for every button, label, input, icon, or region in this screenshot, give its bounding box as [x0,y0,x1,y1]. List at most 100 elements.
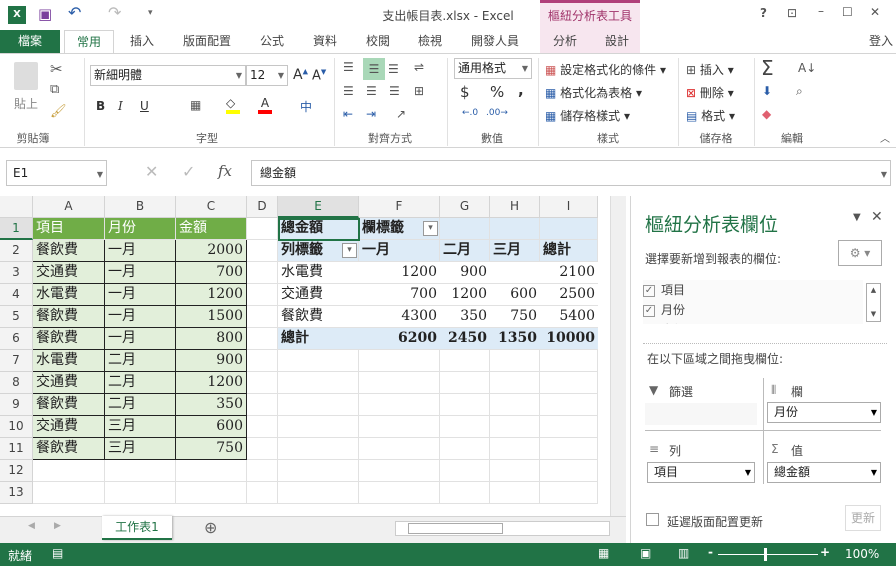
sheet-tab[interactable]: 工作表1 [102,516,172,540]
cell[interactable] [490,460,540,482]
format-as-table-button[interactable]: ▦ 格式化為表格 ▾ [545,84,642,101]
zoom-in-button[interactable]: + [820,545,830,559]
pivot-cell[interactable]: 350 [440,306,490,328]
tab-analyze[interactable]: 分析 [545,30,585,53]
increase-indent-icon[interactable]: ⇥ [366,107,376,121]
cell[interactable]: 350 [176,394,247,416]
underline-button[interactable]: U [140,99,149,113]
delete-cells-button[interactable]: ⊠ 刪除 ▾ [686,84,734,101]
row-header-6[interactable]: 6 [0,328,33,350]
zoom-slider[interactable] [718,554,818,555]
sign-in-link[interactable]: 登入 [866,30,896,53]
enter-icon[interactable]: ✓ [182,162,195,181]
cell[interactable] [278,482,359,504]
cell[interactable]: 餐飲費 [33,306,105,328]
prev-sheet-icon[interactable]: ◀ [28,521,35,531]
vertical-scrollbar[interactable] [610,196,626,516]
cell[interactable] [278,438,359,460]
field-list-scrollbar[interactable]: ▲ ▼ [866,283,881,322]
tab-formulas[interactable]: 公式 [250,30,294,53]
pivot-filter-dropdown-icon[interactable]: ▾ [423,221,438,236]
cell[interactable] [105,460,176,482]
cell[interactable] [247,416,278,438]
paste-icon[interactable] [14,62,38,90]
cell[interactable] [490,394,540,416]
cell[interactable]: 水電費 [33,350,105,372]
cell[interactable] [540,416,598,438]
pivot-cell[interactable]: 900 [440,262,490,284]
cell[interactable]: 750 [176,438,247,460]
tab-home[interactable]: 常用 [64,30,114,54]
cell[interactable] [359,460,440,482]
pivot-cell[interactable]: 1350 [490,328,540,350]
cancel-icon[interactable]: ✕ [145,162,158,181]
font-name-select[interactable]: 新細明體 ▼ [90,65,246,86]
pivot-cell[interactable]: 700 [359,284,440,306]
cell[interactable] [247,394,278,416]
cell[interactable]: 交通費 [33,372,105,394]
fill-icon[interactable]: ⬇ [762,84,772,98]
cell[interactable] [247,284,278,306]
pane-options-icon[interactable]: ▼ [853,212,861,223]
cell[interactable]: 餐飲費 [33,328,105,350]
field-item[interactable]: ✓ 月份 [643,300,863,320]
column-header-B[interactable]: B [105,196,176,218]
cell[interactable] [490,416,540,438]
row-header-11[interactable]: 11 [0,438,33,460]
cell[interactable] [247,482,278,504]
column-header-D[interactable]: D [247,196,278,218]
cell[interactable] [359,438,440,460]
align-bottom-icon[interactable]: ☰ [388,62,399,76]
cell[interactable] [540,350,598,372]
close-button[interactable]: ✕ [870,5,880,19]
collapse-ribbon-icon[interactable]: ︿ [880,130,890,145]
cell[interactable]: 三月 [105,438,176,460]
cell[interactable] [247,438,278,460]
column-header-E[interactable]: E [278,196,359,218]
row-header-12[interactable]: 12 [0,460,33,482]
maximize-button[interactable]: ☐ [842,5,853,19]
pivot-cell[interactable]: 1200 [440,284,490,306]
formula-input[interactable]: 總金額 ▼ [251,160,891,186]
row-header-10[interactable]: 10 [0,416,33,438]
cell[interactable] [440,372,490,394]
cell[interactable]: 800 [176,328,247,350]
clear-icon[interactable]: ◆ [762,107,771,121]
cell[interactable]: 三月 [105,416,176,438]
tab-data[interactable]: 資料 [305,30,345,53]
column-header-F[interactable]: F [359,196,440,218]
insert-function-button[interactable]: fx [218,162,232,180]
column-header-G[interactable]: G [440,196,490,218]
cell[interactable] [359,416,440,438]
percent-button[interactable]: % [490,83,504,101]
pivot-cell[interactable]: 6200 [359,328,440,350]
pivot-cell[interactable]: 1200 [359,262,440,284]
align-left-icon[interactable]: ☰ [343,84,354,98]
pivot-cell[interactable]: 600 [490,284,540,306]
row-header-4[interactable]: 4 [0,284,33,306]
pivot-cell[interactable] [440,218,490,240]
cell[interactable]: 2000 [176,240,247,262]
pivot-cell[interactable] [490,262,540,284]
increase-font-icon[interactable]: A▲ [293,67,308,83]
cell[interactable] [440,482,490,504]
increase-decimal-icon[interactable]: ←.0 [462,108,478,118]
insert-cells-button[interactable]: ⊞ 插入 ▾ [686,61,734,78]
cell[interactable] [247,372,278,394]
italic-button[interactable]: I [118,99,123,113]
help-button[interactable]: ? [760,6,767,20]
merge-center-icon[interactable]: ⊞ [414,84,424,98]
cell[interactable] [247,240,278,262]
normal-view-icon[interactable]: ▦ [598,546,609,560]
cell[interactable]: 一月 [105,328,176,350]
cell[interactable] [540,438,598,460]
select-all-corner[interactable] [0,196,33,218]
cell[interactable] [105,482,176,504]
align-right-icon[interactable]: ☰ [389,84,400,98]
pivot-cell[interactable] [490,218,540,240]
pivot-cell[interactable]: 一月 [359,240,440,262]
pane-close-icon[interactable]: ✕ [871,209,883,225]
tab-view[interactable]: 檢視 [410,30,450,53]
cell[interactable]: 900 [176,350,247,372]
row-header-7[interactable]: 7 [0,350,33,372]
